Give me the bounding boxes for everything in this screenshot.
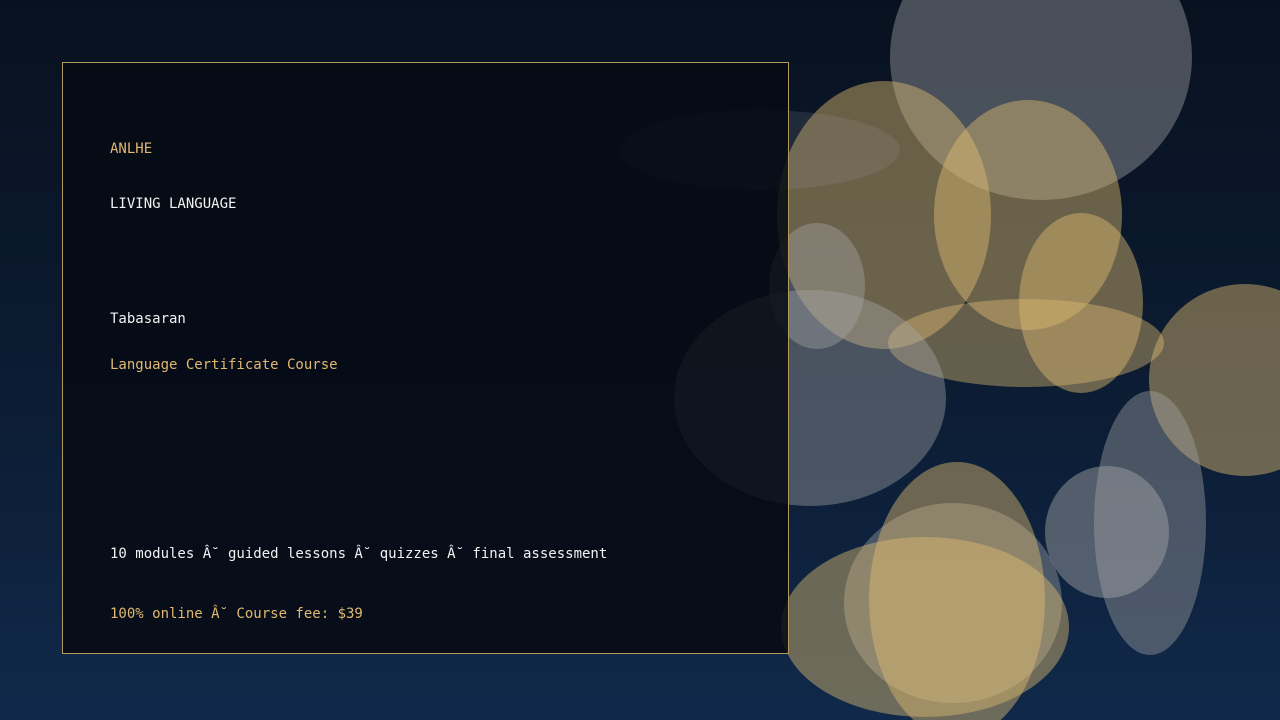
bokeh-circle: [1019, 213, 1143, 393]
bokeh-circle: [888, 299, 1164, 387]
bokeh-circle: [844, 503, 1062, 703]
bokeh-circle: [1149, 284, 1280, 476]
bokeh-circle: [781, 537, 1069, 717]
course-title: Language Certificate Course: [110, 357, 338, 373]
bokeh-circle: [1045, 466, 1169, 598]
bokeh-circle: [934, 100, 1122, 330]
tagline: LIVING LANGUAGE: [110, 196, 237, 212]
brand-name: ANLHE: [110, 141, 153, 157]
bokeh-circle: [890, 0, 1192, 200]
course-details: 10 modules Â˘ guided lessons Â˘ quizzes …: [110, 546, 608, 562]
language-name: Tabasaran: [110, 311, 186, 327]
course-card: ANLHE LIVING LANGUAGE Tabasaran Language…: [62, 62, 789, 654]
bokeh-circle: [777, 81, 991, 349]
bokeh-circle: [1094, 391, 1206, 655]
bokeh-circle: [869, 462, 1045, 720]
course-fee: 100% online Â˘ Course fee: $39: [110, 606, 363, 622]
